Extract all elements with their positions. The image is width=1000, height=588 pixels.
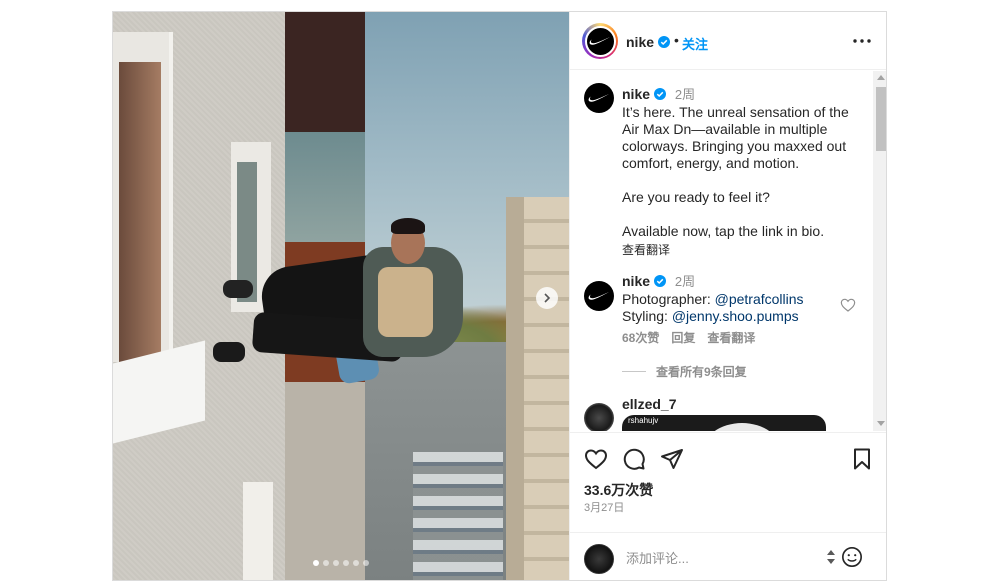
caption-line: It’s here. The unreal sensation of the bbox=[622, 104, 849, 120]
comment-avatar[interactable] bbox=[584, 403, 614, 431]
post-photo[interactable] bbox=[113, 12, 569, 580]
carousel-dot bbox=[343, 560, 349, 566]
caption-line: colorways. Bringing you maxxed out bbox=[622, 138, 847, 154]
comment-like-icon[interactable] bbox=[840, 297, 856, 313]
post-side-panel: nike • 关注 nike 2周 It’s here. The unreal … bbox=[569, 12, 886, 580]
caption-line: comfort, energy, and motion. bbox=[622, 155, 800, 171]
scroll-thumb[interactable] bbox=[876, 87, 886, 151]
follow-button[interactable]: 关注 bbox=[682, 34, 708, 53]
reply-button[interactable]: 回复 bbox=[671, 329, 695, 346]
carousel-dot bbox=[313, 560, 319, 566]
photo-lower-window bbox=[243, 482, 273, 580]
scroll-down-arrow[interactable] bbox=[877, 421, 885, 426]
photo-model bbox=[213, 218, 473, 392]
add-comment-bar bbox=[570, 532, 886, 580]
nike-swoosh-icon bbox=[589, 37, 610, 45]
caption-line bbox=[622, 206, 862, 223]
photo-apartment-tower bbox=[506, 197, 569, 580]
view-replies-button[interactable]: 查看所有9条回复 bbox=[622, 363, 747, 380]
chevron-right-icon bbox=[544, 293, 551, 303]
photo-window bbox=[113, 32, 173, 362]
comments-scrollbar[interactable] bbox=[873, 71, 886, 431]
replies-divider bbox=[622, 371, 646, 372]
caption-avatar[interactable] bbox=[584, 83, 614, 113]
carousel-dot bbox=[323, 560, 329, 566]
caption-username[interactable]: nike bbox=[622, 86, 650, 102]
current-user-avatar bbox=[584, 544, 614, 574]
carousel-dot bbox=[363, 560, 369, 566]
media-preview-shape bbox=[702, 423, 782, 431]
comment-likes[interactable]: 68次赞 bbox=[622, 329, 659, 346]
comment-text-prefix: Styling: bbox=[622, 308, 672, 324]
bookmark-icon[interactable] bbox=[850, 447, 874, 471]
caption-line bbox=[622, 172, 862, 189]
comment-text-prefix: Photographer: bbox=[622, 291, 715, 307]
post-date[interactable]: 3月27日 bbox=[584, 499, 624, 515]
comment-item: nike 2周 Photographer: @petrafcollins Sty… bbox=[622, 271, 842, 325]
story-ring[interactable] bbox=[582, 23, 618, 59]
verified-badge-icon bbox=[654, 275, 667, 287]
likes-count[interactable]: 33.6万次赞 bbox=[584, 480, 653, 500]
header-username-text[interactable]: nike bbox=[626, 34, 654, 50]
mention-link[interactable]: @jenny.shoo.pumps bbox=[672, 308, 799, 324]
nike-swoosh-icon bbox=[588, 94, 609, 102]
carousel-dot bbox=[333, 560, 339, 566]
caption-text: It’s here. The unreal sensation of the A… bbox=[622, 104, 862, 240]
caption-time[interactable]: 2周 bbox=[675, 87, 695, 102]
carousel-dot bbox=[353, 560, 359, 566]
post-caption: nike 2周 It’s here. The unreal sensation … bbox=[622, 84, 862, 258]
comment-translate-link[interactable]: 查看翻译 bbox=[707, 329, 755, 346]
comment-media-preview[interactable]: rshahujv bbox=[622, 415, 826, 431]
comment-item: ellzed_7 bbox=[622, 396, 676, 414]
spinner-arrows-icon[interactable] bbox=[826, 548, 836, 566]
post-header: nike • 关注 bbox=[570, 12, 886, 70]
comment-icon[interactable] bbox=[622, 447, 646, 471]
see-translation-link[interactable]: 查看翻译 bbox=[622, 241, 862, 258]
carousel-dots bbox=[313, 560, 369, 566]
caption-line: Available now, tap the link in bio. bbox=[622, 223, 825, 239]
heart-icon[interactable] bbox=[584, 447, 608, 471]
more-options-icon[interactable] bbox=[852, 34, 872, 48]
header-username[interactable]: nike bbox=[626, 34, 670, 50]
header-separator: • bbox=[674, 32, 679, 48]
photo-parked-cars bbox=[413, 452, 503, 580]
verified-badge-icon bbox=[654, 88, 667, 100]
comment-meta: 68次赞 回复 查看翻译 bbox=[622, 329, 755, 346]
comment-text: Photographer: @petrafcollins Styling: @j… bbox=[622, 291, 842, 325]
emoji-icon[interactable] bbox=[841, 546, 863, 568]
next-photo-button[interactable] bbox=[536, 287, 558, 309]
verified-badge-icon bbox=[657, 36, 670, 48]
media-caption: rshahujv bbox=[628, 416, 659, 425]
mention-link[interactable]: @petrafcollins bbox=[715, 291, 804, 307]
comment-time[interactable]: 2周 bbox=[675, 274, 695, 289]
view-replies-label: 查看所有9条回复 bbox=[656, 365, 747, 379]
post-card: nike • 关注 nike 2周 It’s here. The unreal … bbox=[112, 11, 887, 581]
caption-line: Air Max Dn—available in multiple bbox=[622, 121, 828, 137]
comments-list[interactable]: nike 2周 It’s here. The unreal sensation … bbox=[570, 71, 873, 431]
scroll-up-arrow[interactable] bbox=[877, 75, 885, 80]
comment-username[interactable]: nike bbox=[622, 273, 650, 289]
post-actions: 33.6万次赞 3月27日 bbox=[570, 432, 886, 532]
caption-line: Are you ready to feel it? bbox=[622, 189, 770, 205]
comment-username[interactable]: ellzed_7 bbox=[622, 396, 676, 412]
nike-swoosh-icon bbox=[588, 292, 609, 300]
comment-avatar[interactable] bbox=[584, 281, 614, 311]
share-icon[interactable] bbox=[660, 447, 684, 471]
comment-input[interactable] bbox=[626, 547, 816, 569]
